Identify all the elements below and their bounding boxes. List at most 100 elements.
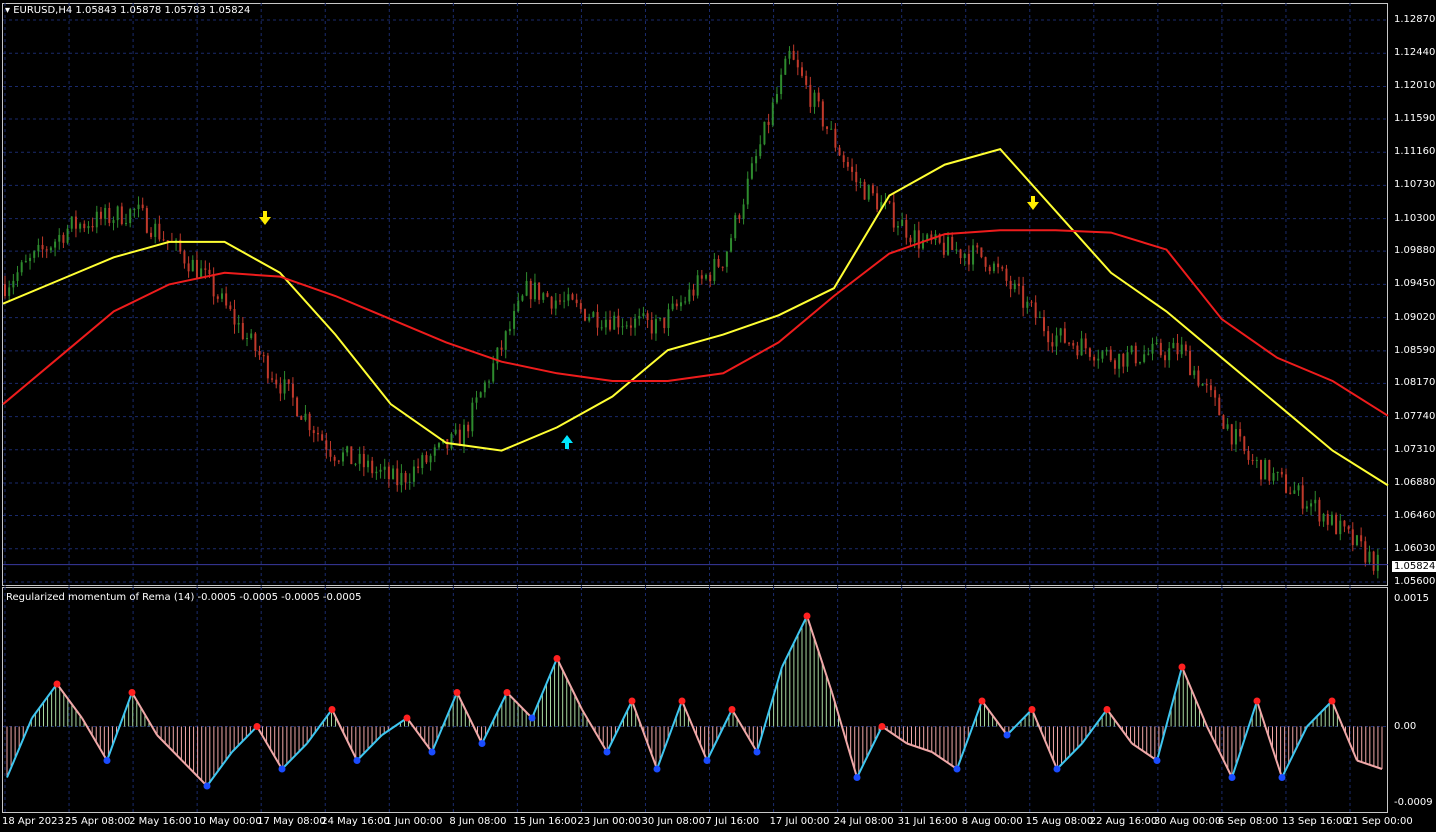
candle-body xyxy=(563,300,566,302)
trough-dot xyxy=(203,782,211,790)
peak-dot xyxy=(678,697,686,705)
candle-body xyxy=(1209,385,1212,391)
candle-body xyxy=(542,293,545,300)
price-axis-label: 1.12010 xyxy=(1394,80,1436,92)
candle-body xyxy=(1205,383,1208,386)
candle-body xyxy=(717,258,720,267)
candle-body xyxy=(1214,390,1217,398)
candle-body xyxy=(1322,514,1325,522)
candle-body xyxy=(1072,343,1075,346)
candle-body xyxy=(988,266,991,272)
indicator-pane[interactable]: Regularized momentum of Rema (14) -0.000… xyxy=(0,587,1436,813)
candle-body xyxy=(1201,383,1204,386)
time-axis-label: 6 Sep 08:00 xyxy=(1217,816,1279,827)
candle-body xyxy=(830,128,833,130)
candle-body xyxy=(1264,459,1267,480)
candle-body xyxy=(1055,335,1058,347)
price-axis-label: 1.12440 xyxy=(1394,47,1436,59)
candle-body xyxy=(1372,551,1375,571)
peak-dot xyxy=(453,689,461,696)
candle-body xyxy=(45,249,48,251)
candle-body xyxy=(350,446,353,465)
candle-body xyxy=(37,244,40,252)
candle-body xyxy=(145,208,148,233)
triangle-down-icon[interactable]: ▾ xyxy=(5,5,10,16)
time-axis-label: 2 May 16:00 xyxy=(129,816,192,827)
candle-body xyxy=(62,234,65,243)
candle-body xyxy=(1364,541,1367,563)
candle-body xyxy=(600,327,603,329)
candle-body xyxy=(254,333,257,351)
buy-arrow-icon xyxy=(561,435,573,449)
current-price-tag: 1.05824 xyxy=(1392,561,1436,572)
candle-body xyxy=(913,230,916,243)
candle-body xyxy=(955,249,958,251)
candle-body xyxy=(141,204,144,209)
price-axis-label: 1.08170 xyxy=(1394,377,1436,389)
candle-body xyxy=(283,379,286,394)
peak-dot xyxy=(403,714,411,722)
candle-body xyxy=(233,309,236,325)
candle-body xyxy=(517,300,520,312)
price-axis-label: 1.06460 xyxy=(1394,509,1436,521)
time-axis-label: 13 Sep 16:00 xyxy=(1281,816,1349,827)
momentum-line xyxy=(1256,700,1283,778)
candle-body xyxy=(863,181,866,200)
candle-body xyxy=(1184,344,1187,351)
candle-body xyxy=(437,443,440,448)
candle-body xyxy=(571,294,574,300)
candle-body xyxy=(1222,415,1225,429)
candle-body xyxy=(41,244,44,250)
candle-body xyxy=(154,223,157,237)
candle-body xyxy=(1343,520,1346,527)
candle-body xyxy=(58,234,61,242)
momentum-line xyxy=(681,700,708,761)
candle-body xyxy=(275,379,278,385)
price-axis-label: 1.05600 xyxy=(1394,576,1436,587)
candle-body xyxy=(596,312,599,328)
candle-body xyxy=(229,305,232,310)
candle-body xyxy=(1272,473,1275,481)
candle-body xyxy=(371,460,374,474)
candle-body xyxy=(133,209,136,211)
candle-body xyxy=(1013,283,1016,290)
candle-body xyxy=(421,455,424,469)
time-axis-label: 17 Jul 00:00 xyxy=(769,816,830,827)
candle-body xyxy=(671,303,674,310)
momentum-line xyxy=(181,759,208,787)
price-chart-canvas[interactable] xyxy=(0,0,1436,586)
trough-dot xyxy=(753,748,761,756)
candle-body xyxy=(429,455,432,463)
candle-body xyxy=(855,171,858,183)
candle-body xyxy=(1122,353,1125,367)
candle-body xyxy=(1151,343,1154,354)
candle-body xyxy=(4,284,6,296)
candle-body xyxy=(1134,345,1137,364)
momentum-line xyxy=(706,709,733,761)
candle-body xyxy=(759,144,762,157)
candle-body xyxy=(738,215,741,220)
candle-body xyxy=(730,238,733,252)
candle-body xyxy=(638,316,641,319)
price-axis-label: 1.10730 xyxy=(1394,179,1436,191)
candle-body xyxy=(663,317,666,329)
candle-body xyxy=(1143,354,1146,362)
candle-body xyxy=(771,102,774,125)
candle-body xyxy=(1255,459,1258,461)
candle-body xyxy=(1147,353,1150,355)
indicator-canvas[interactable] xyxy=(0,587,1436,813)
indicator-axis-label: -0.0009 xyxy=(1394,797,1433,808)
candle-body xyxy=(951,236,954,250)
symbol-header[interactable]: ▾ EURUSD,H4 1.05843 1.05878 1.05783 1.05… xyxy=(5,5,250,16)
candle-body xyxy=(834,128,837,148)
candle-body xyxy=(700,275,703,279)
price-chart-pane[interactable]: ▾ EURUSD,H4 1.05843 1.05878 1.05783 1.05… xyxy=(0,0,1436,587)
price-axis-label: 1.11160 xyxy=(1394,146,1436,158)
candle-body xyxy=(1247,450,1250,460)
time-axis-label: 30 Jun 08:00 xyxy=(641,816,705,827)
momentum-line xyxy=(756,666,783,753)
candle-body xyxy=(66,228,69,243)
trough-dot xyxy=(1153,757,1161,764)
candle-body xyxy=(1005,268,1008,281)
candle-body xyxy=(1063,328,1066,343)
